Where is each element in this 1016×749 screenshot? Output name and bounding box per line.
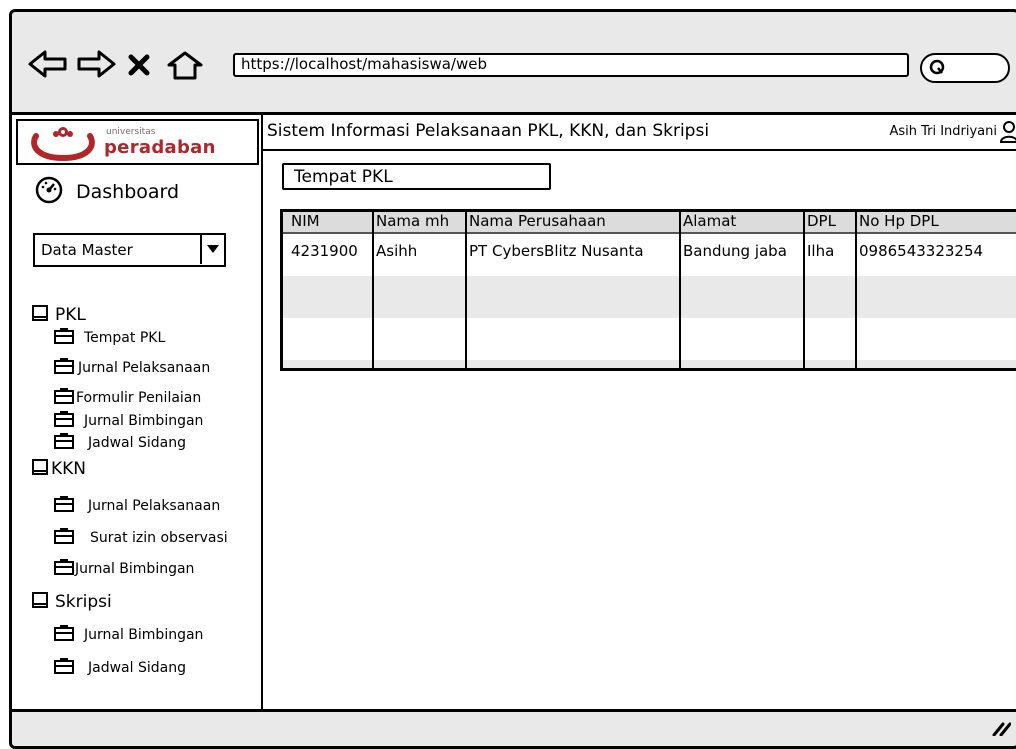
column-header-alamat[interactable]: Alamat: [683, 212, 736, 230]
back-arrow-icon[interactable]: [27, 49, 69, 79]
sidebar-item-dashboard[interactable]: Dashboard: [34, 175, 180, 209]
cell-no-hp-dpl: 0986543323254: [859, 242, 984, 260]
browser-window: https://localhost/mahasiswa/web universi…: [9, 9, 1016, 749]
app-area: universitas peradaban Dashboard Data Mas…: [12, 112, 1016, 712]
item-label: Surat izin observasi: [90, 530, 228, 546]
select-arrow[interactable]: [200, 235, 224, 264]
column-divider: [679, 212, 681, 368]
column-divider: [372, 212, 374, 368]
briefcase-icon: [54, 433, 74, 453]
sidebar-item-jurnal-bimbingan[interactable]: Jurnal Bimbingan: [54, 411, 203, 431]
system-title: Sistem Informasi Pelaksanaan PKL, KKN, d…: [267, 121, 710, 141]
table-row: [283, 360, 1016, 368]
column-divider: [465, 212, 467, 368]
briefcase-icon: [54, 528, 74, 548]
sidebar-item-jurnal-pelaksanaan[interactable]: Jurnal Pelaksanaan: [54, 358, 210, 378]
sidebar-item-kkn-jurnal-pelaksanaan[interactable]: Jurnal Pelaksanaan: [54, 496, 220, 516]
logo-subtitle: universitas: [106, 127, 156, 137]
column-divider: [855, 212, 857, 368]
cell-dpl: Ilha: [807, 242, 835, 260]
header-divider: [283, 232, 1016, 234]
browser-search-box[interactable]: [920, 53, 1010, 83]
section-label: Skripsi: [55, 592, 112, 612]
book-icon: [31, 458, 49, 480]
home-icon[interactable]: [165, 50, 205, 80]
briefcase-icon: [54, 328, 74, 348]
item-label: Jurnal Pelaksanaan: [78, 360, 211, 376]
item-label: Jurnal Pelaksanaan: [88, 498, 221, 514]
sidebar-section-skripsi[interactable]: Skripsi: [31, 591, 112, 613]
column-header-dpl[interactable]: DPL: [807, 212, 836, 230]
book-icon: [31, 591, 49, 613]
section-label: PKL: [55, 305, 86, 325]
briefcase-icon: [54, 658, 74, 678]
sidebar: universitas peradaban Dashboard Data Mas…: [12, 115, 263, 709]
item-label: Jadwal Sidang: [88, 435, 186, 451]
cell-nama-perusahaan: PT CybersBlitz Nusanta: [469, 242, 644, 260]
user-name[interactable]: Asih Tri Indriyani: [889, 124, 997, 139]
dashboard-label: Dashboard: [76, 181, 180, 203]
table-row[interactable]: [283, 318, 1016, 360]
logo-name: peradaban: [104, 137, 216, 158]
page-title-text: Tempat PKL: [294, 167, 393, 187]
cell-nim: 4231900: [291, 242, 358, 260]
sidebar-item-jadwal-sidang[interactable]: Jadwal Sidang: [54, 433, 186, 453]
sidebar-section-pkl[interactable]: PKL: [31, 304, 86, 326]
logo-emblem-icon: [28, 124, 98, 166]
briefcase-icon: [54, 559, 74, 579]
item-label: Jurnal Bimbingan: [75, 561, 195, 577]
briefcase-icon: [54, 625, 74, 645]
section-label: KKN: [51, 459, 87, 479]
search-icon: [928, 58, 948, 82]
item-label: Formulir Penilaian: [76, 390, 202, 406]
resize-grip-icon[interactable]: [991, 720, 1012, 740]
chevron-down-icon: [207, 245, 219, 253]
browser-toolbar: https://localhost/mahasiswa/web: [12, 12, 1016, 112]
stop-x-icon[interactable]: [127, 53, 151, 77]
sidebar-item-tempat-pkl[interactable]: Tempat PKL: [54, 328, 165, 348]
column-header-no-hp-dpl[interactable]: No Hp DPL: [859, 212, 939, 230]
sidebar-item-skripsi-jurnal-bimbingan[interactable]: Jurnal Bimbingan: [54, 625, 203, 645]
sidebar-item-surat-izin-observasi[interactable]: Surat izin observasi: [54, 528, 228, 548]
column-header-nama-perusahaan[interactable]: Nama Perusahaan: [469, 212, 606, 230]
sidebar-item-formulir-penilaian[interactable]: Formulir Penilaian: [54, 388, 201, 408]
page-title: Tempat PKL: [282, 163, 551, 190]
sidebar-item-skripsi-jadwal-sidang[interactable]: Jadwal Sidang: [54, 658, 186, 678]
main-header: Sistem Informasi Pelaksanaan PKL, KKN, d…: [263, 115, 1016, 151]
column-divider: [803, 212, 805, 368]
university-logo[interactable]: universitas peradaban: [16, 119, 259, 165]
item-label: Jurnal Bimbingan: [84, 627, 204, 643]
item-label: Tempat PKL: [84, 330, 166, 346]
column-header-nim[interactable]: NIM: [291, 212, 320, 230]
sidebar-section-kkn[interactable]: KKN: [31, 458, 86, 480]
book-icon: [31, 304, 49, 326]
sidebar-item-kkn-jurnal-bimbingan[interactable]: Jurnal Bimbingan: [54, 559, 194, 579]
data-table: NIM Nama mh Nama Perusahaan Alamat DPL N…: [280, 209, 1016, 371]
table-row[interactable]: [283, 276, 1016, 318]
column-header-nama-mh[interactable]: Nama mh: [376, 212, 449, 230]
briefcase-icon: [54, 358, 74, 378]
cell-alamat: Bandung jaba: [683, 242, 787, 260]
briefcase-icon: [54, 496, 74, 516]
data-master-select[interactable]: Data Master: [33, 233, 226, 267]
briefcase-icon: [54, 411, 74, 431]
dashboard-gauge-icon: [34, 175, 64, 209]
item-label: Jadwal Sidang: [88, 660, 186, 676]
user-icon[interactable]: [999, 120, 1016, 148]
cell-nama-mh: Asihh: [376, 242, 418, 260]
select-value: Data Master: [41, 241, 133, 259]
address-bar[interactable]: https://localhost/mahasiswa/web: [233, 53, 909, 77]
briefcase-icon: [54, 388, 74, 408]
forward-arrow-icon[interactable]: [75, 49, 117, 79]
item-label: Jurnal Bimbingan: [84, 413, 204, 429]
